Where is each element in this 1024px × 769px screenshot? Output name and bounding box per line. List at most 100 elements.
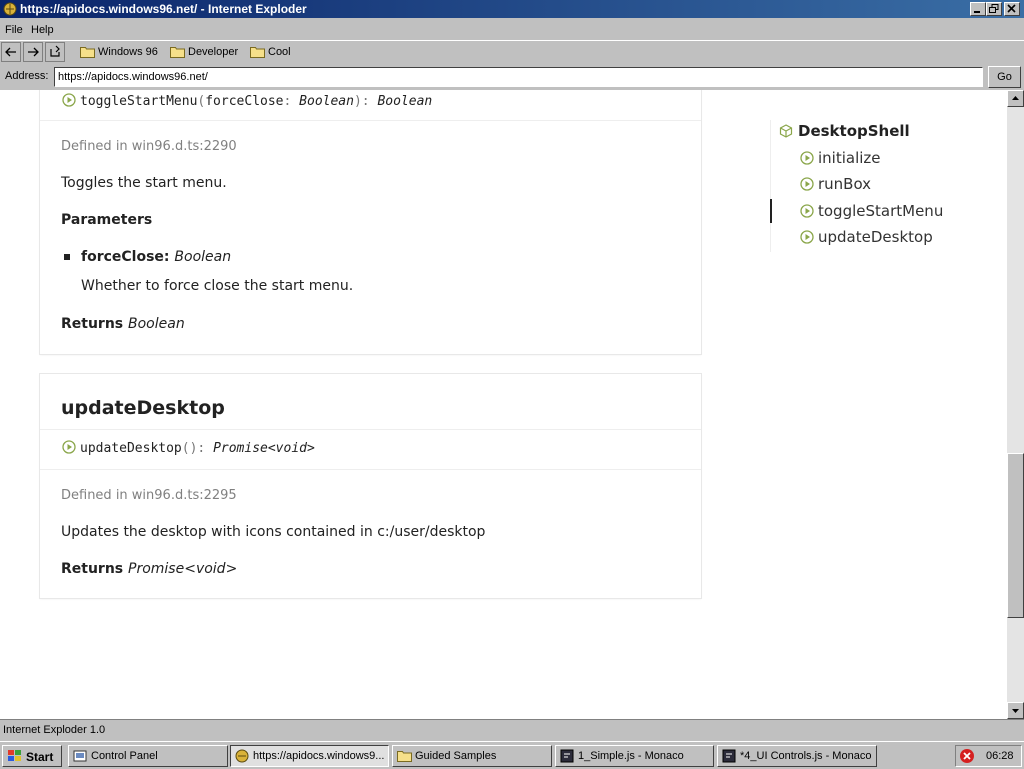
task-label: https://apidocs.windows9...: [253, 750, 385, 762]
page-viewport: toggleStartMenu(forceClose: Boolean): Bo…: [0, 90, 1007, 719]
signature-name: toggleStartMenu: [80, 94, 198, 109]
task-label: *4_UI Controls.js - Monaco: [740, 750, 872, 762]
toc-item-update-desktop[interactable]: updateDesktop: [800, 228, 933, 246]
list-bullet: [64, 254, 70, 260]
folder-icon: [397, 751, 412, 762]
code-editor-icon: [722, 749, 736, 763]
signature-row: updateDesktop(): Promise<void>: [40, 429, 701, 470]
bookmark-label: Cool: [268, 46, 291, 58]
folder-icon: [80, 47, 95, 58]
refresh-icon: [50, 45, 60, 57]
go-button[interactable]: Go: [988, 66, 1021, 88]
back-arrow-icon: [5, 47, 16, 57]
bookmark-label: Developer: [188, 46, 239, 58]
param-name-text: forceClose:: [81, 249, 175, 265]
toc-item-initialize[interactable]: initialize: [800, 149, 881, 167]
task-guided-samples[interactable]: Guided Samples: [392, 745, 552, 767]
method-icon: [800, 204, 814, 218]
taskbar: Start Control Panel https://apidocs.wind…: [0, 741, 1024, 769]
toolbar: Windows 96 Developer Cool: [0, 40, 1024, 65]
control-panel-icon: [73, 750, 87, 762]
method-icon: [800, 230, 814, 244]
scroll-down-button[interactable]: [1007, 702, 1024, 719]
signature-param: forceClose: [205, 94, 284, 109]
page-toc: DesktopShell initialize runBox toggleSta…: [770, 120, 991, 252]
param-type: Boolean: [174, 249, 232, 265]
code-editor-icon: [560, 749, 574, 763]
returns-label: Returns: [61, 561, 129, 577]
returns-line: Returns Promise<void>: [61, 561, 237, 577]
status-bar: Internet Exploder 1.0: [0, 719, 1024, 741]
menu-bar: File Help: [0, 21, 1024, 39]
scroll-thumb[interactable]: [1007, 453, 1024, 618]
clock: 06:28: [986, 750, 1014, 762]
parameter-name: forceClose: Boolean: [81, 249, 231, 265]
windows-logo-icon: [8, 750, 21, 761]
task-monaco-simple[interactable]: 1_Simple.js - Monaco: [555, 745, 714, 767]
defined-in-link[interactable]: Defined in win96.d.ts:2295: [61, 488, 237, 503]
method-card-update-desktop: updateDesktop updateDesktop(): Promise<v…: [40, 374, 701, 598]
toc-item-label: initialize: [818, 149, 881, 167]
task-monaco-ui-controls[interactable]: *4_UI Controls.js - Monaco: [717, 745, 877, 767]
defined-in-link[interactable]: Defined in win96.d.ts:2290: [61, 139, 237, 154]
ie-icon: [3, 2, 17, 16]
start-button[interactable]: Start: [2, 745, 62, 767]
method-icon: [62, 440, 76, 454]
toc-parent-label: DesktopShell: [798, 122, 910, 140]
toc-item-label: runBox: [818, 175, 872, 193]
address-label: Address:: [5, 70, 49, 82]
folder-icon: [170, 47, 185, 58]
toc-item-runbox[interactable]: runBox: [800, 175, 871, 193]
method-title: updateDesktop: [61, 397, 225, 419]
method-signature: toggleStartMenu(forceClose: Boolean): Bo…: [62, 93, 432, 109]
returns-label: Returns: [61, 316, 129, 332]
window-title: https://apidocs.windows96.net/ - Interne…: [20, 2, 307, 16]
method-icon: [800, 151, 814, 165]
address-bar: Address: Go: [0, 65, 1024, 89]
folder-icon: [250, 47, 265, 58]
task-control-panel[interactable]: Control Panel: [68, 745, 228, 767]
toc-item-toggle-start-menu[interactable]: toggleStartMenu: [800, 202, 943, 220]
task-label: Control Panel: [91, 750, 158, 762]
task-browser[interactable]: https://apidocs.windows9...: [230, 745, 389, 767]
start-label: Start: [26, 750, 54, 764]
method-signature: updateDesktop(): Promise<void>: [62, 440, 315, 456]
method-icon: [800, 177, 814, 191]
ie-icon: [235, 749, 249, 763]
menu-help[interactable]: Help: [31, 24, 54, 36]
system-tray: 06:28: [955, 745, 1022, 767]
signature-row: toggleStartMenu(forceClose: Boolean): Bo…: [40, 90, 701, 121]
scroll-up-button[interactable]: [1007, 90, 1024, 107]
signature-name: updateDesktop: [80, 441, 182, 456]
back-button[interactable]: [1, 42, 21, 62]
error-icon[interactable]: [959, 748, 975, 764]
address-input[interactable]: [54, 67, 983, 87]
bookmark-label: Windows 96: [98, 46, 158, 58]
toc-parent-class[interactable]: DesktopShell: [779, 122, 910, 140]
title-bar[interactable]: https://apidocs.windows96.net/ - Interne…: [0, 0, 1024, 18]
task-label: Guided Samples: [415, 750, 497, 762]
forward-button[interactable]: [23, 42, 43, 62]
returns-type: Boolean: [128, 316, 185, 332]
signature-return-type: Boolean: [377, 94, 433, 109]
signature-return-type: Promise<void>: [213, 441, 315, 456]
toc-active-indicator: [770, 199, 772, 223]
minimize-button[interactable]: [970, 2, 986, 16]
signature-punct: ():: [181, 441, 214, 456]
method-description: Toggles the start menu.: [61, 175, 227, 191]
signature-punct: :: [283, 94, 300, 109]
restore-button[interactable]: [986, 2, 1002, 16]
signature-param-type: Boolean: [299, 94, 354, 109]
toc-item-label: updateDesktop: [818, 228, 933, 246]
class-cube-icon: [779, 124, 793, 138]
parameters-heading: Parameters: [61, 212, 153, 228]
menu-file[interactable]: File: [5, 24, 23, 36]
method-description: Updates the desktop with icons contained…: [61, 524, 486, 540]
refresh-button[interactable]: [45, 42, 65, 62]
vertical-scrollbar[interactable]: [1007, 90, 1024, 719]
method-icon: [62, 93, 76, 107]
scroll-down-arrow-icon: [1012, 709, 1019, 713]
returns-type: Promise<void>: [128, 561, 238, 577]
close-button[interactable]: [1004, 2, 1020, 16]
task-label: 1_Simple.js - Monaco: [578, 750, 684, 762]
